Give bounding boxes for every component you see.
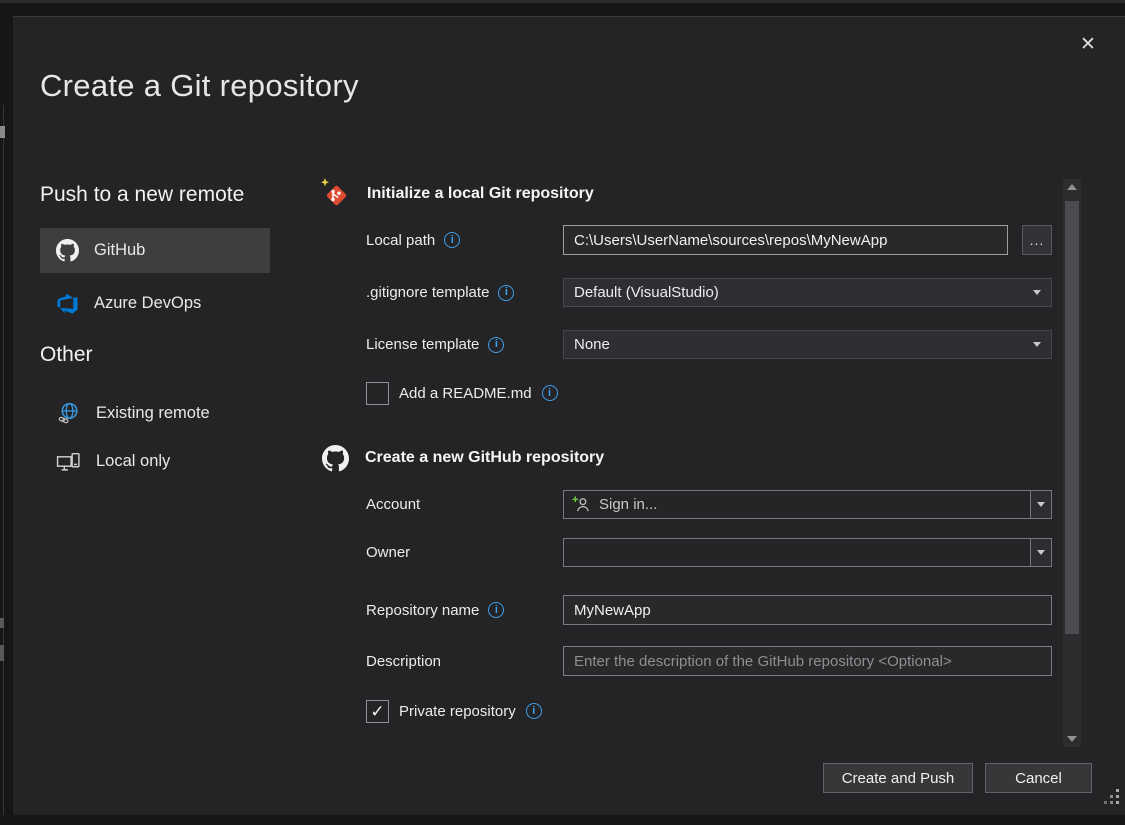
description-input[interactable] [563, 646, 1052, 676]
private-repository-label: Private repository [399, 703, 516, 720]
info-icon[interactable]: i [488, 337, 504, 353]
scroll-up-arrow[interactable] [1063, 179, 1081, 195]
license-template-dropdown[interactable]: None [563, 330, 1052, 359]
gitignore-label-row: .gitignore template i [366, 278, 514, 307]
azure-devops-icon [56, 292, 79, 315]
description-label: Description [366, 653, 441, 670]
outer-window-border [3, 105, 4, 815]
add-readme-label: Add a README.md [399, 385, 532, 402]
edge-tick [0, 618, 4, 628]
github-icon [322, 445, 349, 472]
owner-combobox[interactable] [563, 538, 1052, 567]
gitignore-template-dropdown[interactable]: Default (VisualStudio) [563, 278, 1052, 307]
sidebar-item-label: GitHub [94, 241, 145, 260]
init-section-header: Initialize a local Git repository [319, 178, 594, 210]
local-only-devices-icon [56, 449, 81, 474]
account-label: Account [366, 496, 420, 513]
chevron-down-icon[interactable] [1030, 491, 1051, 518]
edge-tick [0, 126, 5, 138]
repository-name-label: Repository name [366, 602, 479, 619]
push-remote-heading: Push to a new remote [40, 183, 244, 207]
repository-name-input[interactable] [563, 595, 1052, 625]
existing-remote-globe-icon [56, 401, 81, 426]
license-template-value: None [574, 336, 610, 353]
github-icon [56, 239, 79, 262]
sidebar-item-label: Local only [96, 452, 170, 471]
scrollbar-thumb[interactable] [1065, 201, 1079, 634]
gitignore-template-value: Default (VisualStudio) [574, 284, 719, 301]
sidebar-item-github[interactable]: GitHub [40, 228, 270, 273]
create-git-repository-dialog: ✕ Create a Git repository Push to a new … [13, 16, 1125, 815]
chevron-down-icon [1033, 342, 1041, 347]
close-button[interactable]: ✕ [1069, 25, 1107, 63]
github-section-header: Create a new GitHub repository [322, 444, 604, 472]
local-path-label-row: Local path i [366, 225, 460, 255]
repo-name-label-row: Repository name i [366, 595, 504, 625]
gitignore-template-label: .gitignore template [366, 284, 489, 301]
dialog-title: Create a Git repository [40, 68, 359, 104]
add-user-icon [572, 495, 591, 514]
owner-label: Owner [366, 544, 410, 561]
account-label-row: Account [366, 490, 420, 519]
sidebar-item-azure-devops[interactable]: Azure DevOps [40, 283, 270, 323]
license-label-row: License template i [366, 330, 504, 359]
create-and-push-button[interactable]: Create and Push [823, 763, 973, 793]
github-section-title: Create a new GitHub repository [365, 449, 604, 467]
browse-button[interactable]: ... [1022, 225, 1052, 255]
vertical-scrollbar[interactable] [1063, 179, 1081, 747]
chevron-down-icon [1033, 290, 1041, 295]
owner-label-row: Owner [366, 538, 410, 567]
cancel-button[interactable]: Cancel [985, 763, 1092, 793]
init-section-title: Initialize a local Git repository [367, 185, 594, 203]
description-label-row: Description [366, 646, 441, 676]
info-icon[interactable]: i [526, 703, 542, 719]
info-icon[interactable]: i [498, 285, 514, 301]
sidebar-item-label: Existing remote [96, 404, 210, 423]
account-combobox[interactable]: Sign in... [563, 490, 1052, 519]
other-heading: Other [40, 343, 93, 367]
sidebar-item-label: Azure DevOps [94, 294, 201, 313]
outer-window-edge [0, 0, 1125, 3]
add-readme-checkbox[interactable]: ✓ [366, 382, 389, 405]
info-icon[interactable]: i [488, 602, 504, 618]
resize-grip[interactable] [1101, 788, 1121, 811]
local-path-label: Local path [366, 232, 435, 249]
scroll-down-arrow[interactable] [1063, 731, 1081, 747]
info-icon[interactable]: i [444, 232, 460, 248]
edge-tick [0, 645, 4, 661]
account-signin-text: Sign in... [599, 496, 657, 513]
license-template-label: License template [366, 336, 479, 353]
private-repository-checkbox[interactable]: ✓ [366, 700, 389, 723]
readme-checkbox-row: ✓ Add a README.md i [366, 380, 558, 406]
local-path-input[interactable] [563, 225, 1008, 255]
info-icon[interactable]: i [542, 385, 558, 401]
private-checkbox-row: ✓ Private repository i [366, 698, 542, 724]
sidebar-item-local-only[interactable]: Local only [40, 441, 270, 481]
sidebar-item-existing-remote[interactable]: Existing remote [40, 393, 270, 433]
git-new-repo-icon [319, 178, 351, 210]
chevron-down-icon[interactable] [1030, 539, 1051, 566]
screen: ✕ Create a Git repository Push to a new … [0, 0, 1125, 825]
